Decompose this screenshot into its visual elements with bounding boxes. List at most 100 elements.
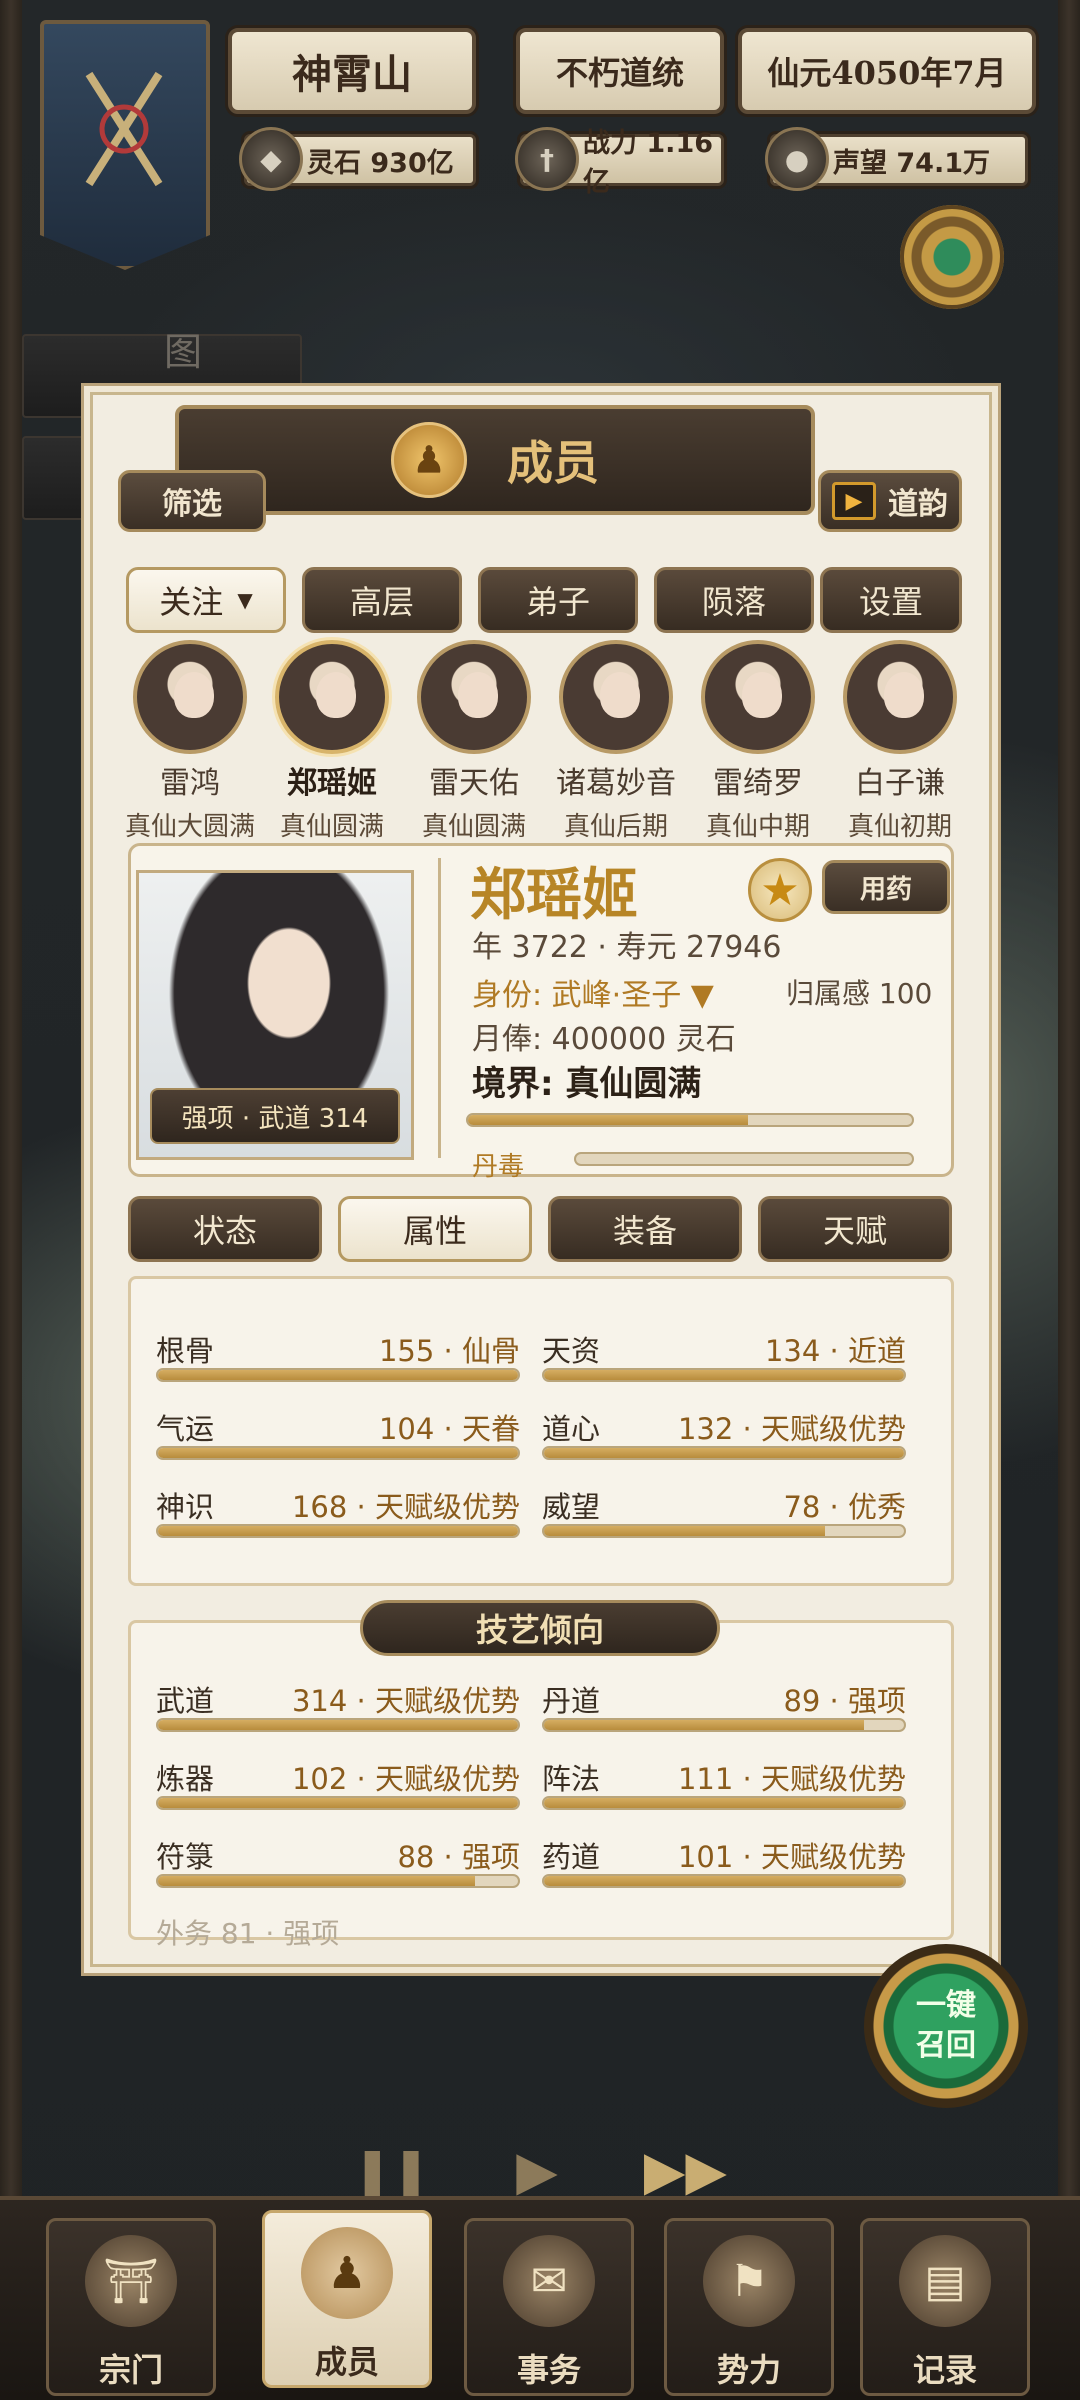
attribute-bar xyxy=(542,1874,906,1888)
salary-value: 月俸: 400000 灵石 xyxy=(472,1022,736,1057)
attribute-bar xyxy=(156,1446,520,1460)
identity-row[interactable]: 身份: 武峰·圣子 ▼ xyxy=(472,970,714,1014)
attribute-value: 104 · 天眷 xyxy=(378,1412,520,1446)
settings-gear-icon[interactable] xyxy=(900,205,1004,309)
daoyun-label: 道韵 xyxy=(888,487,948,522)
attribute-name: 符箓 xyxy=(156,1840,215,1874)
attribute-name: 根骨 xyxy=(156,1334,215,1368)
member-card[interactable]: 雷绮罗 真仙中期 xyxy=(688,640,828,843)
tab-settings[interactable]: 设置 xyxy=(820,567,962,633)
play-icon[interactable]: ▶ xyxy=(516,2139,558,2202)
attribute-name: 气运 xyxy=(156,1412,215,1446)
nav-records[interactable]: ▤ 记录 xyxy=(860,2218,1030,2396)
member-card[interactable]: 白子谦 真仙初期 xyxy=(830,640,970,843)
nav-label: 事务 xyxy=(516,2351,581,2389)
member-name: 诸葛妙音 xyxy=(556,766,676,801)
member-rank: 真仙初期 xyxy=(847,812,952,842)
member-name: 雷鸿 xyxy=(160,766,220,801)
member-card[interactable]: 雷天佑 真仙圆满 xyxy=(404,640,544,843)
tab-senior[interactable]: 高层 xyxy=(302,567,462,633)
daoyun-button[interactable]: ▶ 道韵 xyxy=(818,470,962,532)
tab-equipment[interactable]: 装备 xyxy=(548,1196,742,1262)
attribute-bar-fill xyxy=(158,1448,518,1458)
attribute-row: 神识 168 · 天赋级优势 xyxy=(156,1484,520,1540)
member-card[interactable]: 诸葛妙音 真仙后期 xyxy=(546,640,686,843)
attribute-bar xyxy=(156,1796,520,1810)
attribute-bar-fill xyxy=(544,1370,904,1380)
realm-value: 境界: 真仙圆满 xyxy=(472,1064,702,1104)
identity-label: 身份: xyxy=(472,978,543,1013)
member-avatar-icon: ♟ xyxy=(391,422,467,498)
video-play-icon: ▶ xyxy=(832,482,876,520)
tab-talents[interactable]: 天赋 xyxy=(758,1196,952,1262)
attribute-bar xyxy=(156,1874,520,1888)
attribute-value: 88 · 强项 xyxy=(397,1840,520,1874)
avatar xyxy=(843,640,957,754)
attribute-bar xyxy=(542,1796,906,1810)
combat-power-counter[interactable]: † 战力 1.16亿 xyxy=(515,127,724,198)
attribute-row: 丹道 89 · 强项 xyxy=(542,1678,906,1734)
member-card-selected[interactable]: 郑瑶姬 真仙圆满 xyxy=(262,640,402,843)
follow-dropdown[interactable]: 关注 ▼ xyxy=(126,567,286,633)
attribute-bar-fill xyxy=(544,1448,904,1458)
orthodoxy-label[interactable]: 不朽道统 xyxy=(516,28,724,114)
skills-section-title: 技艺倾向 xyxy=(360,1600,720,1656)
strength-tag: 强项 · 武道 314 xyxy=(150,1088,400,1144)
attribute-value: 155 · 仙骨 xyxy=(378,1334,520,1368)
poison-label: 丹毒 xyxy=(472,1152,525,1182)
reputation-counter[interactable]: ● 声望 74.1万 xyxy=(765,127,1028,191)
attribute-bar xyxy=(156,1368,520,1382)
panel-title-bar: ♟ 成员 xyxy=(175,405,815,515)
fast-forward-icon[interactable]: ▶▶ xyxy=(644,2139,727,2202)
spirit-stone-counter[interactable]: ◆ 灵石 930亿 xyxy=(239,127,476,191)
attribute-bar-fill xyxy=(158,1798,518,1808)
sect-name[interactable]: 神霄山 xyxy=(228,28,476,114)
attribute-value: 111 · 天赋级优势 xyxy=(677,1762,906,1796)
attribute-name: 阵法 xyxy=(542,1762,601,1796)
nav-label: 成员 xyxy=(314,2343,379,2381)
attribute-value: 134 · 近道 xyxy=(764,1334,906,1368)
attribute-name: 威望 xyxy=(542,1490,601,1524)
sect-banner-icon[interactable] xyxy=(40,20,210,270)
attribute-row: 阵法 111 · 天赋级优势 xyxy=(542,1756,906,1812)
attribute-value: 314 · 天赋级优势 xyxy=(291,1684,520,1718)
attribute-bar-fill xyxy=(544,1526,825,1536)
spirit-stone-value: 灵石 930亿 xyxy=(307,147,454,179)
sect-icon: ⛩ xyxy=(85,2235,177,2327)
member-rank: 真仙大圆满 xyxy=(124,812,255,842)
recall-label-1: 一键 xyxy=(916,1988,976,2023)
follow-dropdown-label: 关注 xyxy=(159,583,224,621)
attribute-value: 101 · 天赋级优势 xyxy=(677,1840,906,1874)
tab-disciples[interactable]: 弟子 xyxy=(478,567,638,633)
attribute-row: 根骨 155 · 仙骨 xyxy=(156,1328,520,1384)
filter-button[interactable]: 筛选 xyxy=(118,470,266,532)
dropdown-arrow-icon: ▼ xyxy=(237,588,253,612)
identity-value[interactable]: 武峰·圣子 ▼ xyxy=(552,978,714,1013)
attribute-row: 符箓 88 · 强项 xyxy=(156,1834,520,1890)
realm-progress-bar xyxy=(466,1113,914,1127)
attribute-name: 道心 xyxy=(542,1412,601,1446)
pause-icon[interactable]: ❚❚ xyxy=(353,2143,430,2197)
tab-attributes[interactable]: 属性 xyxy=(338,1196,532,1262)
member-name: 白子谦 xyxy=(855,766,945,801)
favorite-star-icon[interactable]: ★ xyxy=(748,858,812,922)
attribute-bar xyxy=(542,1446,906,1460)
member-icon: ♟ xyxy=(301,2227,393,2319)
nav-factions[interactable]: ⚑ 势力 xyxy=(664,2218,834,2396)
tab-fallen[interactable]: 陨落 xyxy=(654,567,814,633)
member-card[interactable]: 雷鸿 真仙大圆满 xyxy=(120,640,260,843)
nav-affairs[interactable]: ✉ 事务 xyxy=(464,2218,634,2396)
recall-all-button[interactable]: 一键 召回 xyxy=(864,1944,1028,2108)
belonging-value: 归属感 100 xyxy=(786,977,933,1010)
member-rank: 真仙圆满 xyxy=(421,812,526,842)
game-date: 仙元4050年7月 xyxy=(738,28,1036,114)
member-rank: 真仙中期 xyxy=(705,812,810,842)
attribute-bar-fill xyxy=(544,1876,904,1886)
nav-sect[interactable]: ⛩ 宗门 xyxy=(46,2218,216,2396)
use-medicine-button[interactable]: 用药 xyxy=(822,860,950,914)
avatar xyxy=(701,640,815,754)
sword-icon: † xyxy=(515,127,579,191)
tab-status[interactable]: 状态 xyxy=(128,1196,322,1262)
attribute-name: 天资 xyxy=(542,1334,601,1368)
nav-members[interactable]: ♟ 成员 xyxy=(262,2210,432,2388)
